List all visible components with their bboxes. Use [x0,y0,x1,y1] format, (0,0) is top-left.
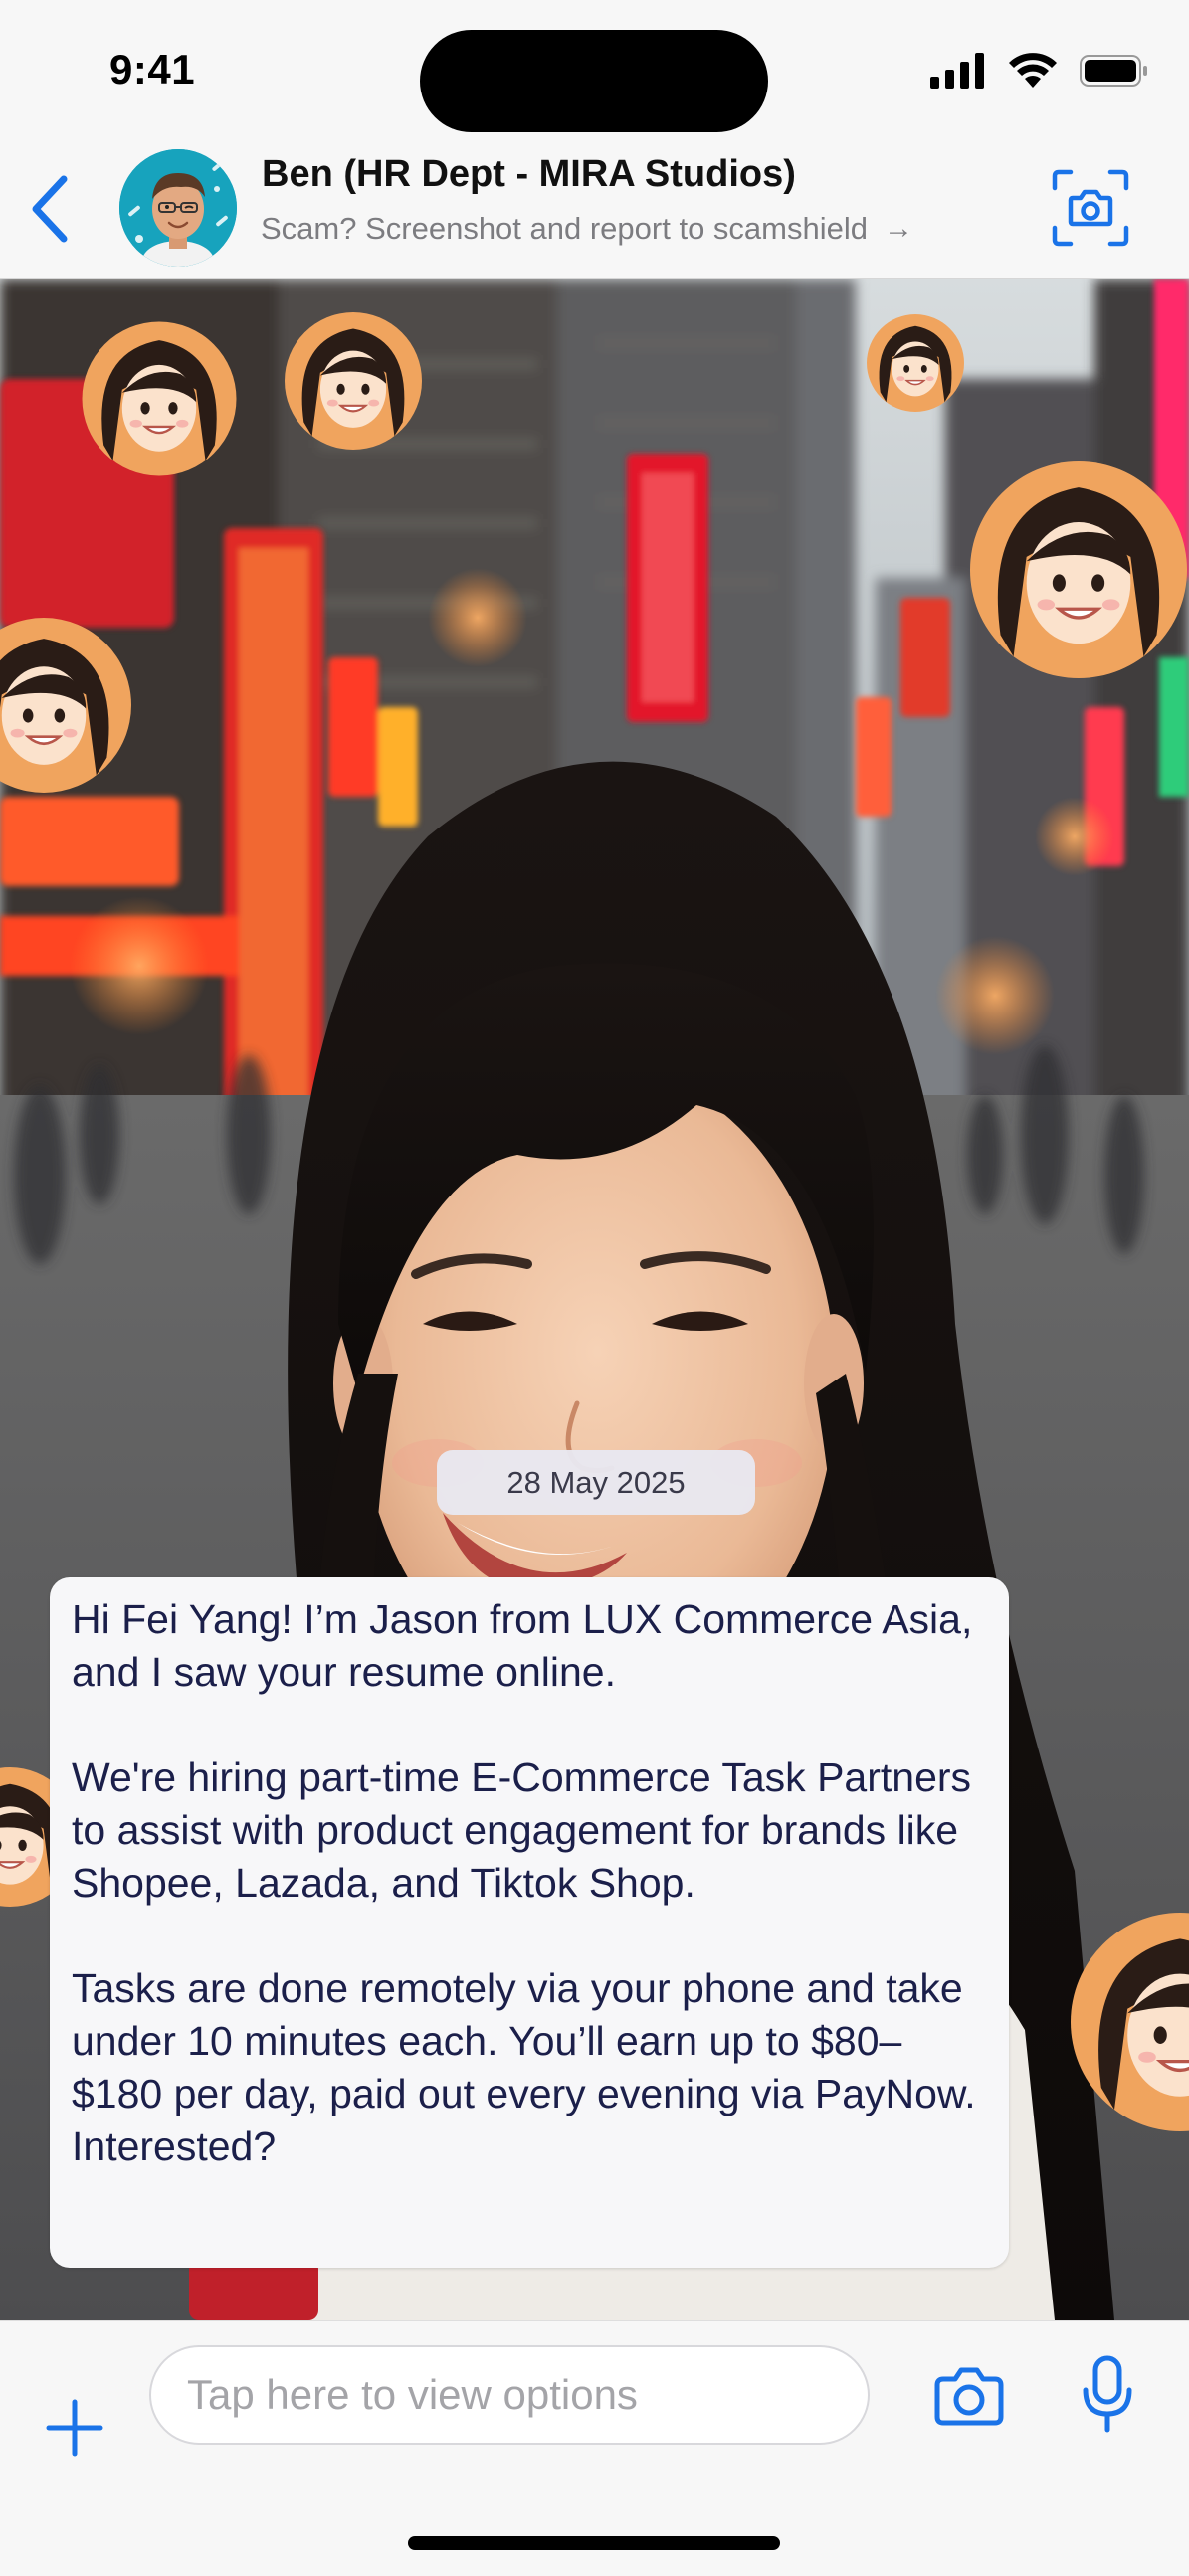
wifi-icon [1008,52,1058,90]
chat-header: Ben (HR Dept - MIRA Studios) Scam? Scree… [0,139,1189,279]
microphone-icon [1083,2355,1132,2433]
scan-camera-icon [1052,169,1129,247]
plus-icon [46,2399,103,2457]
incoming-message-bubble[interactable]: Hi Fei Yang! I’m Jason from LUX Commerce… [50,1577,1009,2268]
scan-button[interactable] [1048,165,1133,251]
face-sticker [968,460,1189,680]
microphone-button[interactable] [1073,2351,1142,2437]
contact-name[interactable]: Ben (HR Dept - MIRA Studios) [262,153,796,196]
home-indicator [408,2536,780,2550]
face-sticker [866,313,965,413]
input-bar [0,2320,1189,2576]
battery-icon [1080,54,1149,88]
status-bar: 9:41 [0,0,1189,139]
camera-button[interactable] [930,2357,1008,2435]
plus-button[interactable] [38,2391,111,2465]
face-sticker [283,310,424,452]
arrow-right-icon: → [883,212,913,245]
memoji-avatar-icon [119,149,237,267]
status-icons [930,52,1149,90]
dynamic-island [420,30,768,132]
status-time: 9:41 [109,46,196,92]
avatar[interactable] [119,149,237,267]
scam-notice-text: Scam? Screenshot and report to scamshiel… [261,211,868,246]
back-button[interactable] [20,171,80,247]
message-paragraph: Hi Fei Yang! I’m Jason from LUX Commerce… [72,1596,973,1695]
message-input[interactable] [149,2345,870,2445]
chevron-left-icon [32,175,68,243]
date-separator: 28 May 2025 [437,1450,755,1515]
message-paragraph: Tasks are done remotely via your phone a… [72,1965,976,2169]
face-sticker [81,320,238,477]
message-paragraph: We're hiring part-time E-Commerce Task P… [72,1754,972,1906]
scam-report-link[interactable]: Scam? Screenshot and report to scamshiel… [261,211,913,247]
cellular-signal-icon [930,53,986,89]
camera-icon [934,2367,1004,2426]
